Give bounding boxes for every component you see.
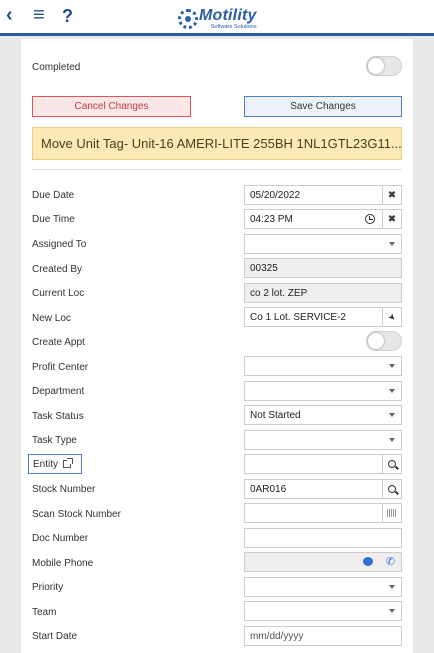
entity-label: Entity xyxy=(33,458,59,470)
search-icon xyxy=(388,485,396,493)
assigned-to-select[interactable] xyxy=(244,234,402,254)
current-loc-field: co 2 lot. ZEP xyxy=(244,283,402,303)
completed-toggle[interactable] xyxy=(366,56,402,76)
task-status-value: Not Started xyxy=(250,409,301,421)
current-loc-label: Current Loc xyxy=(32,288,85,299)
logo-subtext: Software Solutions xyxy=(210,23,257,30)
department-select[interactable] xyxy=(244,381,402,401)
new-loc-input[interactable]: Co 1 Lot. SERVICE-2 ➤ xyxy=(244,307,402,327)
due-date-value: 05/20/2022 xyxy=(250,189,301,201)
phone-icon[interactable]: ✆ xyxy=(386,555,395,568)
menu-icon[interactable]: ≡ xyxy=(33,4,45,27)
stock-number-value: 0AR016 xyxy=(250,483,287,495)
due-time-value: 04:23 PM xyxy=(250,213,293,225)
clear-date-icon[interactable]: ✖ xyxy=(382,185,402,205)
due-date-input[interactable]: 05/20/2022 ✖ xyxy=(244,185,402,205)
stock-search-button[interactable] xyxy=(382,479,402,499)
due-time-input[interactable]: 04:23 PM ✖ xyxy=(244,209,402,229)
clock-icon[interactable] xyxy=(365,214,375,224)
team-label: Team xyxy=(32,607,57,618)
chevron-down-icon xyxy=(389,585,395,589)
help-icon[interactable]: ? xyxy=(62,6,73,27)
task-type-label: Task Type xyxy=(32,435,77,446)
back-icon[interactable]: ‹ xyxy=(6,4,13,27)
task-type-select[interactable] xyxy=(244,430,402,450)
priority-label: Priority xyxy=(32,582,64,593)
mobile-phone-label: Mobile Phone xyxy=(32,558,94,569)
chat-icon[interactable] xyxy=(363,557,373,566)
chevron-down-icon xyxy=(389,609,395,613)
stock-number-label: Stock Number xyxy=(32,484,96,495)
completed-label: Completed xyxy=(32,62,81,73)
external-link-icon xyxy=(63,458,74,468)
location-arrow-icon[interactable]: ➤ xyxy=(382,307,402,327)
logo-text: Motility xyxy=(199,6,257,24)
doc-number-label: Doc Number xyxy=(32,533,89,544)
chevron-down-icon xyxy=(389,242,395,246)
chevron-down-icon xyxy=(389,413,395,417)
department-label: Department xyxy=(32,386,85,397)
stock-number-input[interactable]: 0AR016 xyxy=(244,479,402,499)
chevron-down-icon xyxy=(389,364,395,368)
entity-input[interactable] xyxy=(244,454,402,474)
mobile-phone-field: ✆ xyxy=(244,552,402,572)
app-logo: Motility Software Solutions xyxy=(178,6,257,32)
scan-stock-number-input[interactable] xyxy=(244,503,402,523)
entity-link-button[interactable]: Entity xyxy=(28,454,82,474)
created-by-field: 00325 xyxy=(244,258,402,278)
entity-search-button[interactable] xyxy=(382,454,402,474)
created-by-label: Created By xyxy=(32,264,83,275)
barcode-icon xyxy=(387,509,397,517)
create-appt-toggle[interactable] xyxy=(366,331,402,351)
due-time-label: Due Time xyxy=(32,214,75,225)
priority-select[interactable] xyxy=(244,577,402,597)
start-date-placeholder: mm/dd/yyyy xyxy=(250,630,304,642)
clear-time-icon[interactable]: ✖ xyxy=(382,209,402,229)
new-loc-label: New Loc xyxy=(32,313,71,324)
created-by-value: 00325 xyxy=(250,262,278,274)
barcode-scan-button[interactable] xyxy=(382,503,402,523)
team-select[interactable] xyxy=(244,601,402,621)
chevron-down-icon xyxy=(389,438,395,442)
task-title: Move Unit Tag- Unit-16 AMERI-LITE 255BH … xyxy=(32,127,402,160)
scan-stock-number-label: Scan Stock Number xyxy=(32,509,121,520)
task-status-select[interactable]: Not Started xyxy=(244,405,402,425)
assigned-to-label: Assigned To xyxy=(32,239,87,250)
create-appt-label: Create Appt xyxy=(32,337,85,348)
search-icon xyxy=(388,460,396,468)
profit-center-label: Profit Center xyxy=(32,362,89,373)
profit-center-select[interactable] xyxy=(244,356,402,376)
doc-number-input[interactable] xyxy=(244,528,402,548)
due-date-label: Due Date xyxy=(32,190,75,201)
save-changes-button[interactable]: Save Changes xyxy=(244,96,402,117)
gear-icon xyxy=(178,9,198,29)
divider xyxy=(32,169,402,170)
chevron-down-icon xyxy=(389,389,395,393)
top-bar: ‹ ≡ ? Motility Software Solutions xyxy=(0,0,434,36)
start-date-label: Start Date xyxy=(32,631,78,642)
new-loc-value: Co 1 Lot. SERVICE-2 xyxy=(250,311,346,323)
start-date-input[interactable]: mm/dd/yyyy xyxy=(244,626,402,646)
cancel-changes-button[interactable]: Cancel Changes xyxy=(32,96,191,117)
current-loc-value: co 2 lot. ZEP xyxy=(250,287,308,299)
task-status-label: Task Status xyxy=(32,411,84,422)
